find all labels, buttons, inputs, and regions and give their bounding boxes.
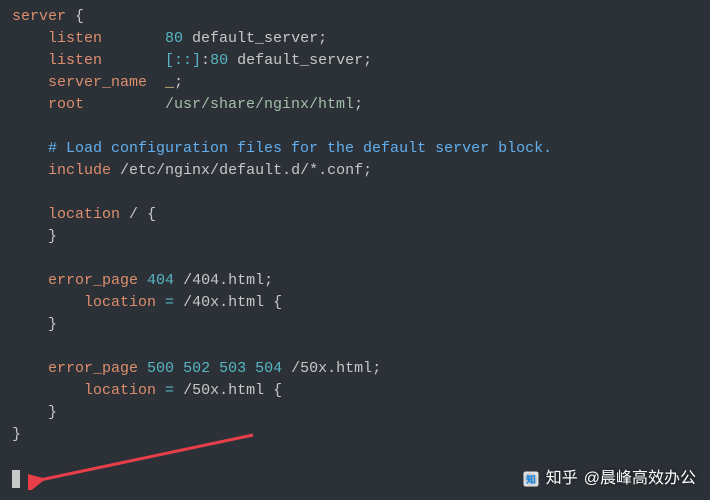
kw-servername: server_name [12, 74, 147, 91]
kw-include: include [12, 162, 111, 179]
watermark-prefix: 知乎 [546, 468, 578, 490]
zhihu-logo-icon: 知 [522, 470, 540, 488]
kw-errorpage: error_page [12, 360, 138, 377]
watermark: 知 知乎 @晨峰高效办公 [522, 468, 696, 490]
watermark-text: @晨峰高效办公 [584, 468, 696, 490]
kw-errorpage: error_page [12, 272, 138, 289]
kw-location: location [12, 206, 120, 223]
terminal-cursor [12, 470, 20, 488]
kw-location: location [12, 382, 156, 399]
kw-root: root [12, 96, 84, 113]
kw-listen: listen [12, 30, 102, 47]
kw-location: location [12, 294, 156, 311]
kw-server: server [12, 8, 66, 25]
svg-text:知: 知 [526, 473, 536, 486]
nginx-config-code: server { listen 80 default_server; liste… [12, 6, 698, 446]
comment-line: # Load configuration files for the defau… [12, 140, 552, 157]
kw-listen: listen [12, 52, 102, 69]
